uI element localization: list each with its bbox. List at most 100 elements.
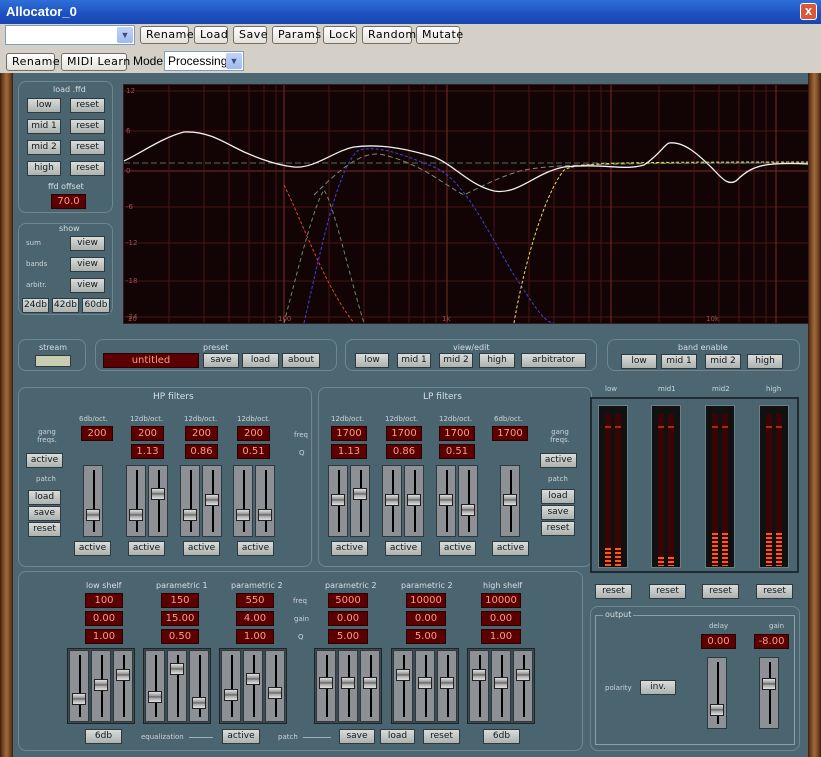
lp-gang-active-button[interactable]: active — [540, 453, 577, 468]
hp-freq-display[interactable]: 200 — [131, 426, 164, 441]
hp-freq-display[interactable]: 200 — [81, 426, 113, 441]
mutate-button[interactable]: Mutate — [416, 26, 463, 44]
lp-freq-display[interactable]: 1700 — [492, 426, 528, 441]
ffd-high-button[interactable]: high — [27, 161, 61, 176]
lp-freq-display[interactable]: 1700 — [331, 426, 367, 441]
lp-patch-reset-button[interactable]: reset — [541, 521, 575, 536]
hp-patch-load-button[interactable]: load — [28, 490, 61, 505]
ffd-mid2-button[interactable]: mid 2 — [27, 140, 61, 155]
eq-q-display[interactable]: 0.50 — [161, 629, 199, 644]
ffd-high-reset-button[interactable]: reset — [70, 161, 105, 176]
eq-q-fader[interactable] — [189, 650, 209, 722]
meter-high-reset-button[interactable]: reset — [756, 584, 793, 599]
enable-mid1-button[interactable]: mid 1 — [661, 354, 697, 369]
eq-freq-fader[interactable] — [145, 650, 165, 722]
view-edit-high-button[interactable]: high — [479, 353, 515, 368]
eq-q-display[interactable]: 5.00 — [328, 629, 368, 644]
lp-fader[interactable] — [436, 465, 456, 537]
delay-display[interactable]: 0.00 — [701, 634, 736, 649]
lp-q-display[interactable]: 0.51 — [439, 444, 475, 459]
view-edit-arbitrator-button[interactable]: arbitrator — [521, 353, 586, 368]
view-bands-button[interactable]: view — [70, 257, 105, 272]
fader-knob[interactable] — [418, 677, 432, 689]
fader-knob[interactable] — [170, 663, 184, 675]
fader-knob[interactable] — [363, 677, 377, 689]
fader-knob[interactable] — [246, 673, 260, 685]
hp-patch-reset-button[interactable]: reset — [28, 522, 61, 537]
eq-freq-display[interactable]: 100 — [85, 593, 123, 608]
hp-fader[interactable] — [126, 465, 146, 537]
eq-freq-display[interactable]: 150 — [161, 593, 199, 608]
eq-high-6db-button[interactable]: 6db — [483, 729, 520, 744]
lp-q-fader[interactable] — [458, 465, 478, 537]
lp-q-fader[interactable] — [350, 465, 370, 537]
fader-knob[interactable] — [396, 669, 410, 681]
params-button[interactable]: Params — [272, 26, 321, 44]
fader-knob[interactable] — [503, 494, 517, 506]
eq-freq-display[interactable]: 10000 — [406, 593, 446, 608]
fader-knob[interactable] — [407, 494, 421, 506]
eq-gain-display[interactable]: 0.00 — [85, 611, 123, 626]
fader-knob[interactable] — [192, 697, 206, 709]
meter-mid1-reset-button[interactable]: reset — [649, 584, 686, 599]
eq-q-display[interactable]: 1.00 — [85, 629, 123, 644]
lp-active-button[interactable]: active — [439, 541, 476, 556]
eq-freq-display[interactable]: 10000 — [481, 593, 521, 608]
midi-learn-button[interactable]: MIDI Learn — [61, 53, 130, 71]
preset-load-button[interactable]: load — [242, 353, 279, 368]
enable-mid2-button[interactable]: mid 2 — [705, 354, 741, 369]
range-24db-button[interactable]: 24db — [22, 298, 49, 313]
lp-fader[interactable] — [500, 465, 520, 537]
meter-mid2-reset-button[interactable]: reset — [702, 584, 739, 599]
view-arbitr-button[interactable]: view — [70, 278, 105, 293]
save-button[interactable]: Save — [233, 26, 268, 44]
load-button[interactable]: Load — [194, 26, 228, 44]
eq-q-fader[interactable] — [513, 650, 533, 722]
eq-freq-display[interactable]: 550 — [236, 593, 274, 608]
ffd-mid2-reset-button[interactable]: reset — [70, 140, 105, 155]
fader-knob[interactable] — [353, 488, 367, 500]
eq-freq-fader[interactable] — [69, 650, 89, 722]
ffd-offset-display[interactable]: 70.0 — [51, 194, 86, 209]
fader-knob[interactable] — [94, 679, 108, 691]
hp-freq-display[interactable]: 200 — [185, 426, 218, 441]
eq-q-fader[interactable] — [113, 650, 133, 722]
ffd-low-button[interactable]: low — [27, 98, 61, 113]
eq-low-6db-button[interactable]: 6db — [85, 729, 122, 744]
lp-patch-save-button[interactable]: save — [541, 505, 575, 520]
preset-select[interactable]: ▼ — [5, 25, 135, 45]
eq-gain-display[interactable]: 0.00 — [481, 611, 521, 626]
fader-knob[interactable] — [148, 691, 162, 703]
fader-knob[interactable] — [762, 678, 776, 690]
ffd-mid1-button[interactable]: mid 1 — [27, 119, 61, 134]
eq-freq-fader[interactable] — [221, 650, 241, 722]
lp-active-button[interactable]: active — [492, 541, 529, 556]
fader-knob[interactable] — [205, 494, 219, 506]
eq-gain-display[interactable]: 15.00 — [161, 611, 199, 626]
hp-active-button[interactable]: active — [237, 541, 274, 556]
hp-q-display[interactable]: 1.13 — [131, 444, 164, 459]
hp-q-fader[interactable] — [255, 465, 275, 537]
hp-q-display[interactable]: 0.51 — [237, 444, 270, 459]
eq-freq-fader[interactable] — [316, 650, 336, 722]
gain-display[interactable]: -8.00 — [754, 634, 789, 649]
fader-knob[interactable] — [86, 509, 100, 521]
eq-gain-fader[interactable] — [243, 650, 263, 722]
eq-gain-fader[interactable] — [415, 650, 435, 722]
lp-q-display[interactable]: 0.86 — [386, 444, 422, 459]
hp-active-button[interactable]: active — [74, 541, 111, 556]
eq-freq-fader[interactable] — [469, 650, 489, 722]
fader-knob[interactable] — [385, 494, 399, 506]
hp-patch-save-button[interactable]: save — [28, 506, 61, 521]
polarity-inv-button[interactable]: inv. — [640, 680, 676, 695]
eq-gain-display[interactable]: 0.00 — [406, 611, 446, 626]
eq-q-display[interactable]: 5.00 — [406, 629, 446, 644]
random-button[interactable]: Random — [362, 26, 416, 44]
rename-button-2[interactable]: Rename — [6, 53, 60, 71]
hp-freq-display[interactable]: 200 — [237, 426, 270, 441]
enable-low-button[interactable]: low — [621, 354, 657, 369]
eq-freq-fader[interactable] — [393, 650, 413, 722]
fader-knob[interactable] — [224, 689, 238, 701]
eq-freq-display[interactable]: 5000 — [328, 593, 368, 608]
fader-knob[interactable] — [129, 509, 143, 521]
